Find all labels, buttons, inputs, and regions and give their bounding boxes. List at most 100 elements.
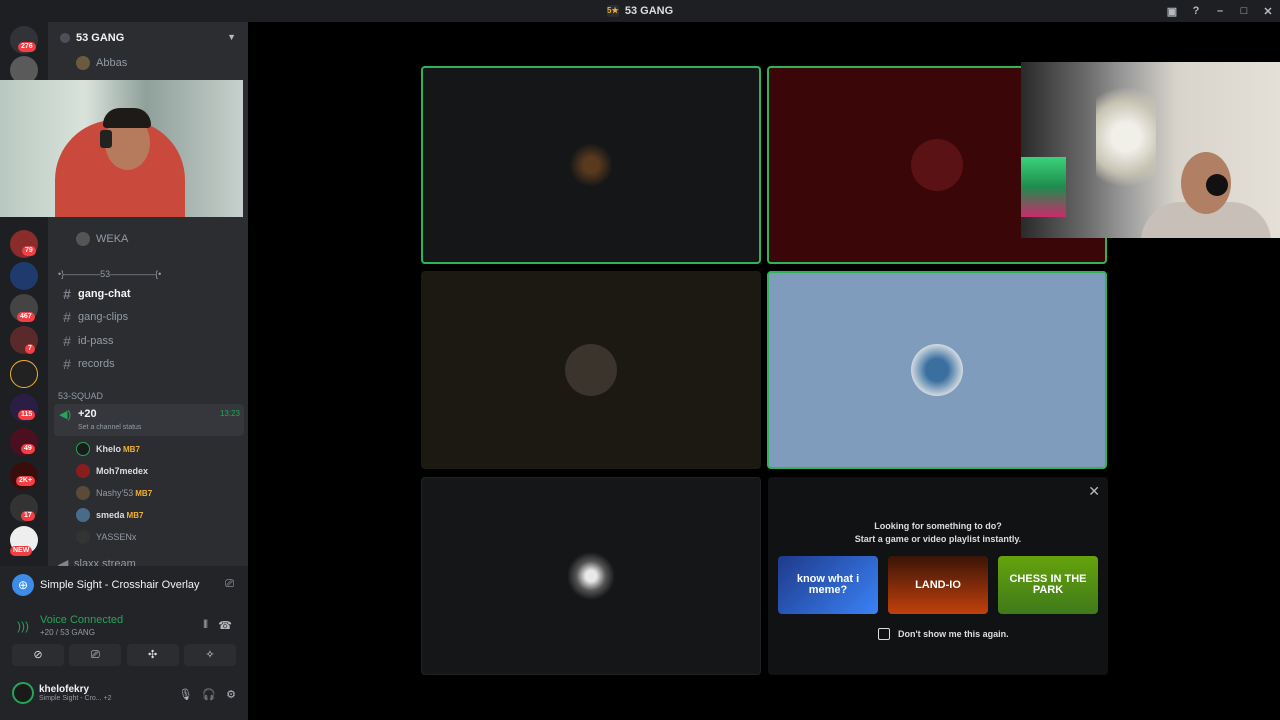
participant-avatar bbox=[565, 550, 617, 602]
game-label: know what i meme? bbox=[796, 573, 860, 596]
game-chess-in-the-park[interactable]: CHESS IN THE PARK bbox=[998, 556, 1098, 614]
activity-row[interactable]: ⊕ Simple Sight - Crosshair Overlay bbox=[12, 574, 200, 596]
channel-label: records bbox=[78, 358, 115, 370]
checkbox-label: Don't show me this again. bbox=[898, 629, 1009, 639]
headset-icon bbox=[1206, 174, 1228, 196]
dont-show-again[interactable]: Don't show me this again. bbox=[878, 628, 1009, 640]
activities-button[interactable]: ✣ bbox=[126, 644, 179, 666]
soundboard-button[interactable]: ✧ bbox=[183, 644, 236, 666]
avatar bbox=[76, 508, 90, 522]
mention-badge: 276 bbox=[18, 42, 36, 52]
maximize-button[interactable]: □ bbox=[1232, 5, 1256, 17]
channel-gang-clips[interactable]: # gang-clips bbox=[58, 306, 242, 328]
game-label: LAND-IO bbox=[915, 578, 961, 591]
voice-status[interactable]: Voice Connected bbox=[40, 614, 123, 626]
webcam-overlay-right bbox=[1021, 62, 1280, 238]
user-panel: ⊕ Simple Sight - Crosshair Overlay ⎚ )))… bbox=[0, 566, 248, 720]
channel-id-pass[interactable]: # id-pass bbox=[58, 330, 242, 352]
hash-icon: # bbox=[63, 333, 71, 349]
participant-avatar bbox=[565, 344, 617, 396]
participant-tile[interactable] bbox=[421, 66, 761, 264]
server-icon[interactable] bbox=[10, 360, 38, 388]
username: khelofekry bbox=[39, 684, 90, 695]
disconnect-icon[interactable]: ☎ bbox=[218, 619, 232, 632]
voice-member[interactable]: Moh7medex bbox=[76, 461, 148, 481]
avatar bbox=[76, 464, 90, 478]
voice-member[interactable]: YASSENx bbox=[76, 527, 136, 547]
camera-off-button[interactable]: ⊘ bbox=[12, 644, 64, 666]
server-dot-icon bbox=[60, 33, 70, 43]
avatar bbox=[76, 232, 90, 246]
window-controls: ▣ ? – □ ✕ bbox=[1160, 0, 1280, 22]
category-53-squad[interactable]: 53-SQUAD bbox=[58, 391, 103, 401]
close-button[interactable]: ✕ bbox=[1256, 5, 1280, 18]
game-land-io[interactable]: LAND-IO bbox=[888, 556, 988, 614]
speaker-icon: ◀) bbox=[59, 409, 72, 421]
voice-member[interactable]: Nashy'53 MB7 bbox=[76, 483, 152, 503]
help-icon[interactable]: ? bbox=[1184, 5, 1208, 17]
game-label: CHESS IN THE PARK bbox=[1009, 573, 1087, 596]
user-status-text: Simple Sight - Cro... bbox=[39, 695, 102, 702]
game-know-what-i-meme[interactable]: know what i meme? bbox=[778, 556, 878, 614]
user-info[interactable]: khelofekry Simple Sight - Cro... +2 bbox=[12, 682, 112, 704]
server-header[interactable]: 53 GANG ▼ bbox=[48, 22, 248, 54]
participant-tile[interactable] bbox=[767, 271, 1107, 469]
participant-tile[interactable] bbox=[421, 271, 761, 469]
crosshair-icon: ⊕ bbox=[12, 574, 34, 596]
voice-member-weka[interactable]: WEKA bbox=[76, 228, 248, 250]
member-name: smeda bbox=[96, 510, 125, 520]
speaker-icon: ◀ bbox=[57, 555, 69, 567]
signal-icon: ))) bbox=[17, 619, 29, 633]
avatar bbox=[76, 442, 90, 456]
member-name: Abbas bbox=[96, 57, 128, 69]
server-icon[interactable] bbox=[10, 262, 38, 290]
close-icon[interactable]: ✕ bbox=[1088, 483, 1100, 500]
chevron-down-icon[interactable]: ▼ bbox=[227, 32, 236, 42]
mention-badge: 7 bbox=[25, 344, 35, 354]
user-status-extra: +2 bbox=[103, 695, 112, 702]
voice-channel-path: +20 / 53 GANG bbox=[40, 628, 95, 637]
avatar bbox=[76, 486, 90, 500]
voice-channel-plus20[interactable]: ◀) +20 13:23 Set a channel status bbox=[54, 404, 244, 436]
avatar bbox=[76, 56, 90, 70]
avatar bbox=[76, 530, 90, 544]
participant-tile[interactable] bbox=[421, 477, 761, 675]
voice-member-abbas[interactable]: Abbas bbox=[76, 52, 248, 74]
inbox-icon[interactable]: ▣ bbox=[1160, 5, 1184, 18]
new-badge: NEW bbox=[10, 546, 33, 556]
microphone-icon[interactable]: 🎙 bbox=[178, 688, 192, 701]
hash-icon: # bbox=[63, 286, 71, 302]
headphones-icon[interactable]: 🎧 bbox=[202, 688, 216, 701]
voice-channel-time: 13:23 bbox=[219, 409, 240, 418]
settings-gear-icon[interactable]: ⚙ bbox=[226, 688, 236, 701]
divider-category[interactable]: •}————53—————{• bbox=[58, 269, 161, 279]
panel-subtitle: Start a game or video playlist instantly… bbox=[854, 534, 1022, 544]
member-name: Moh7medex bbox=[96, 466, 149, 476]
user-controls: 🎙 🎧 ⚙ bbox=[178, 688, 236, 701]
checkbox[interactable] bbox=[878, 628, 890, 640]
decor-plant bbox=[1096, 72, 1156, 202]
minimize-button[interactable]: – bbox=[1208, 5, 1232, 17]
monitor-glow bbox=[1021, 157, 1066, 217]
member-name: YASSENx bbox=[96, 532, 137, 542]
participant-avatar bbox=[911, 344, 963, 396]
screen-share-icon[interactable]: ⎚ bbox=[225, 578, 234, 591]
participant-avatar bbox=[911, 139, 963, 191]
webcam-overlay-left bbox=[0, 80, 243, 217]
activity-suggestions-panel: ✕ Looking for something to do? Start a g… bbox=[768, 477, 1108, 675]
noise-suppression-icon[interactable]: ⦀ bbox=[203, 619, 208, 632]
mention-badge: 115 bbox=[18, 410, 36, 420]
screen-share-button[interactable]: ⎚ bbox=[69, 644, 122, 666]
channel-records[interactable]: # records bbox=[58, 353, 242, 375]
headset-icon bbox=[100, 130, 112, 148]
channel-status[interactable]: Set a channel status bbox=[78, 424, 141, 431]
channel-gang-chat[interactable]: # gang-chat bbox=[58, 283, 242, 305]
voice-member[interactable]: smeda MB7 bbox=[76, 505, 143, 525]
member-tag: MB7 bbox=[135, 488, 153, 498]
mention-badge: 49 bbox=[21, 444, 35, 454]
member-tag: MB7 bbox=[123, 444, 140, 454]
streamer-hair bbox=[103, 108, 151, 128]
voice-channel-slaxx[interactable]: ◀ slaxx stream bbox=[54, 553, 238, 567]
title-bar: 5★ 53 GANG ▣ ? – □ ✕ bbox=[0, 0, 1280, 22]
voice-member[interactable]: Khelo MB7 bbox=[76, 439, 140, 459]
